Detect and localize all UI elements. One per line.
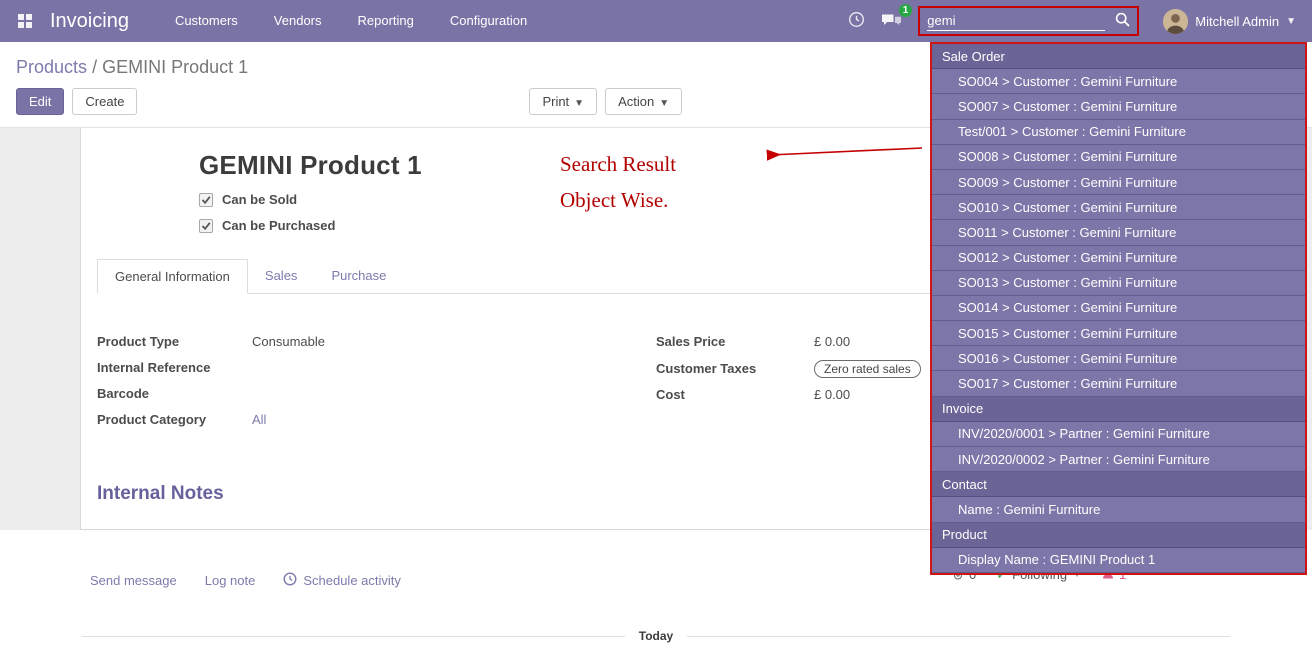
search-result-item[interactable]: INV/2020/0001 > Partner : Gemini Furnitu… bbox=[932, 422, 1305, 447]
top-navbar: Invoicing Customers Vendors Reporting Co… bbox=[0, 0, 1312, 42]
search-result-item[interactable]: SO014 > Customer : Gemini Furniture bbox=[932, 296, 1305, 321]
search-result-item[interactable]: SO007 > Customer : Gemini Furniture bbox=[932, 94, 1305, 119]
create-button[interactable]: Create bbox=[72, 88, 137, 115]
barcode-label: Barcode bbox=[97, 386, 252, 401]
can-be-sold-checkbox[interactable] bbox=[199, 193, 213, 207]
search-result-item[interactable]: SO004 > Customer : Gemini Furniture bbox=[932, 69, 1305, 94]
messages-count-badge: 1 bbox=[899, 4, 913, 17]
product-type-label: Product Type bbox=[97, 334, 252, 349]
apps-grid-icon bbox=[18, 14, 32, 28]
product-type-field: Product Type Consumable bbox=[97, 334, 616, 351]
search-result-item[interactable]: Test/001 > Customer : Gemini Furniture bbox=[932, 120, 1305, 145]
search-result-item[interactable]: SO010 > Customer : Gemini Furniture bbox=[932, 195, 1305, 220]
send-message-button[interactable]: Send message bbox=[90, 573, 177, 588]
tab-general-information[interactable]: General Information bbox=[97, 259, 248, 294]
product-category-label: Product Category bbox=[97, 412, 252, 427]
invoicing-app-screen: Invoicing Customers Vendors Reporting Co… bbox=[0, 0, 1312, 658]
search-result-item[interactable]: Name : Gemini Furniture bbox=[932, 497, 1305, 522]
sales-price-label: Sales Price bbox=[656, 334, 814, 349]
tab-purchase[interactable]: Purchase bbox=[314, 259, 403, 294]
product-category-field: Product Category All bbox=[97, 412, 616, 429]
search-result-item[interactable]: SO012 > Customer : Gemini Furniture bbox=[932, 246, 1305, 271]
customer-taxes-badge: Zero rated sales bbox=[814, 360, 921, 378]
search-icon[interactable] bbox=[1115, 12, 1130, 30]
tab-sales[interactable]: Sales bbox=[248, 259, 315, 294]
search-section-invoice: Invoice bbox=[932, 397, 1305, 422]
app-title[interactable]: Invoicing bbox=[50, 10, 129, 33]
chat-bubbles-icon bbox=[881, 12, 902, 31]
clock-icon bbox=[848, 11, 865, 31]
customer-taxes-label: Customer Taxes bbox=[656, 361, 814, 376]
product-category-value[interactable]: All bbox=[252, 412, 266, 427]
search-section-contact: Contact bbox=[932, 472, 1305, 497]
can-be-purchased-checkbox[interactable] bbox=[199, 219, 213, 233]
search-result-item[interactable]: SO016 > Customer : Gemini Furniture bbox=[932, 346, 1305, 371]
user-avatar bbox=[1163, 9, 1188, 34]
search-result-item[interactable]: SO015 > Customer : Gemini Furniture bbox=[932, 321, 1305, 346]
menu-customers[interactable]: Customers bbox=[157, 0, 256, 42]
search-result-item[interactable]: SO011 > Customer : Gemini Furniture bbox=[932, 220, 1305, 245]
apps-menu-button[interactable] bbox=[8, 0, 42, 42]
search-section-product: Product bbox=[932, 523, 1305, 548]
messages-button[interactable]: 1 bbox=[881, 12, 902, 31]
search-results-dropdown: Sale Order SO004 > Customer : Gemini Fur… bbox=[930, 42, 1307, 575]
product-type-value: Consumable bbox=[252, 334, 325, 349]
breadcrumb-products-link[interactable]: Products bbox=[16, 57, 87, 77]
search-section-sale-order: Sale Order bbox=[932, 44, 1305, 69]
user-name: Mitchell Admin bbox=[1195, 14, 1279, 29]
can-be-purchased-label: Can be Purchased bbox=[222, 218, 335, 233]
user-menu[interactable]: Mitchell Admin ▼ bbox=[1155, 9, 1304, 34]
schedule-activity-button[interactable]: Schedule activity bbox=[283, 572, 401, 589]
search-result-item[interactable]: SO013 > Customer : Gemini Furniture bbox=[932, 271, 1305, 296]
edit-button[interactable]: Edit bbox=[16, 88, 64, 115]
navbar-search-box bbox=[918, 6, 1139, 36]
action-dropdown-button[interactable]: Action▼ bbox=[605, 88, 682, 115]
breadcrumb-separator: / bbox=[92, 57, 97, 77]
chevron-down-icon: ▼ bbox=[1286, 16, 1296, 27]
clock-icon bbox=[283, 572, 297, 589]
cost-value: £ 0.00 bbox=[814, 387, 850, 402]
internal-notes-heading: Internal Notes bbox=[97, 483, 616, 505]
main-menu: Customers Vendors Reporting Configuratio… bbox=[157, 0, 545, 42]
menu-vendors[interactable]: Vendors bbox=[256, 0, 340, 42]
search-result-item[interactable]: SO008 > Customer : Gemini Furniture bbox=[932, 145, 1305, 170]
systray: 1 Mitchell Admin ▼ bbox=[848, 6, 1304, 36]
cost-label: Cost bbox=[656, 387, 814, 402]
sales-price-value: £ 0.00 bbox=[814, 334, 850, 349]
print-dropdown-button[interactable]: Print▼ bbox=[529, 88, 597, 115]
search-result-item[interactable]: Display Name : GEMINI Product 1 bbox=[932, 548, 1305, 573]
menu-configuration[interactable]: Configuration bbox=[432, 0, 545, 42]
activities-button[interactable] bbox=[848, 11, 865, 31]
log-note-button[interactable]: Log note bbox=[205, 573, 256, 588]
barcode-field: Barcode bbox=[97, 386, 616, 403]
search-result-item[interactable]: INV/2020/0002 > Partner : Gemini Furnitu… bbox=[932, 447, 1305, 472]
date-divider: Today bbox=[82, 629, 1230, 643]
chevron-down-icon: ▼ bbox=[659, 98, 669, 109]
internal-reference-label: Internal Reference bbox=[97, 360, 252, 375]
breadcrumb-current: GEMINI Product 1 bbox=[102, 57, 248, 77]
search-input[interactable] bbox=[927, 11, 1105, 31]
internal-reference-field: Internal Reference bbox=[97, 360, 616, 377]
chevron-down-icon: ▼ bbox=[574, 98, 584, 109]
menu-reporting[interactable]: Reporting bbox=[340, 0, 432, 42]
search-result-item[interactable]: SO009 > Customer : Gemini Furniture bbox=[932, 170, 1305, 195]
search-result-item[interactable]: SO017 > Customer : Gemini Furniture bbox=[932, 371, 1305, 396]
can-be-sold-label: Can be Sold bbox=[222, 192, 297, 207]
